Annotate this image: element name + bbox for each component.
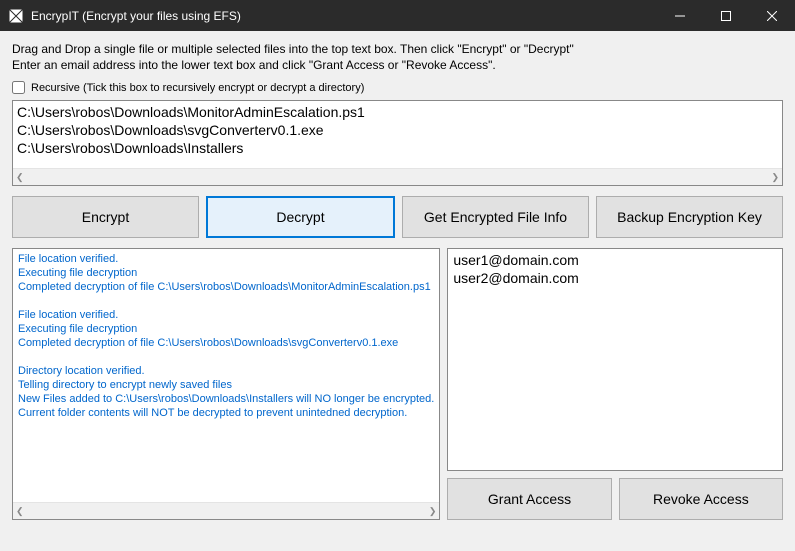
log-panel: File location verified. Executing file d… xyxy=(12,248,440,520)
email-input[interactable] xyxy=(448,249,782,470)
get-encrypted-file-info-button[interactable]: Get Encrypted File Info xyxy=(402,196,589,238)
action-button-row: Encrypt Decrypt Get Encrypted File Info … xyxy=(12,196,783,238)
scroll-right-icon[interactable]: ❯ xyxy=(429,506,437,517)
scroll-left-icon[interactable]: ❮ xyxy=(16,172,24,183)
recursive-row: Recursive (Tick this box to recursively … xyxy=(12,81,783,94)
access-button-row: Grant Access Revoke Access xyxy=(447,478,783,520)
recursive-label: Recursive (Tick this box to recursively … xyxy=(31,82,364,94)
right-column: Grant Access Revoke Access xyxy=(447,248,783,520)
decrypt-button[interactable]: Decrypt xyxy=(206,196,395,238)
scroll-left-icon[interactable]: ❮ xyxy=(16,506,24,517)
log-horizontal-scrollbar[interactable]: ❮ ❯ xyxy=(13,502,439,519)
window-controls xyxy=(657,0,795,31)
horizontal-scrollbar[interactable]: ❮ ❯ xyxy=(13,168,782,185)
window-content: Drag and Drop a single file or multiple … xyxy=(0,31,795,551)
backup-encryption-key-button[interactable]: Backup Encryption Key xyxy=(596,196,783,238)
instructions-text: Drag and Drop a single file or multiple … xyxy=(12,41,783,73)
maximize-button[interactable] xyxy=(703,0,749,31)
instructions-line-2: Enter an email address into the lower te… xyxy=(12,57,783,73)
recursive-checkbox[interactable] xyxy=(12,81,25,94)
encrypt-button[interactable]: Encrypt xyxy=(12,196,199,238)
titlebar: EncrypIT (Encrypt your files using EFS) xyxy=(0,0,795,31)
instructions-line-1: Drag and Drop a single file or multiple … xyxy=(12,41,783,57)
minimize-button[interactable] xyxy=(657,0,703,31)
email-container xyxy=(447,248,783,471)
app-icon xyxy=(8,8,24,24)
log-output[interactable]: File location verified. Executing file d… xyxy=(13,249,439,502)
file-paths-input[interactable] xyxy=(13,101,782,163)
file-paths-container: ❮ ❯ xyxy=(12,100,783,186)
close-button[interactable] xyxy=(749,0,795,31)
window-title: EncrypIT (Encrypt your files using EFS) xyxy=(31,9,657,23)
lower-panels: File location verified. Executing file d… xyxy=(12,248,783,520)
scroll-right-icon[interactable]: ❯ xyxy=(771,172,779,183)
grant-access-button[interactable]: Grant Access xyxy=(447,478,611,520)
revoke-access-button[interactable]: Revoke Access xyxy=(619,478,783,520)
